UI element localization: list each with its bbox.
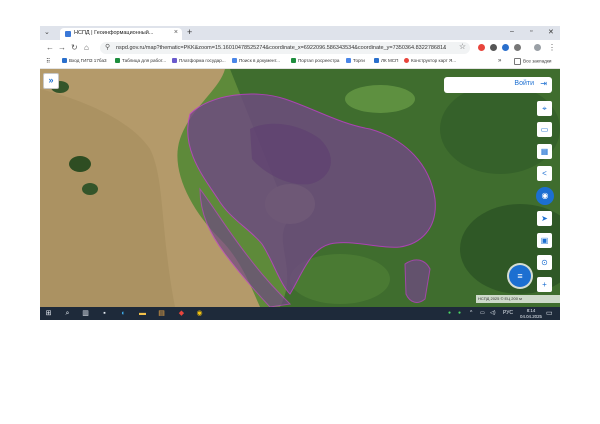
chrome-icon[interactable]: ◉: [195, 309, 204, 318]
sidebar-toggle-button[interactable]: »: [43, 73, 59, 89]
bookmark-label: Поиск в документ...: [239, 58, 280, 63]
tab-close-icon[interactable]: ×: [174, 29, 178, 36]
bookmark-label: Конструктор карт Я...: [411, 58, 457, 63]
bookmark-favicon-icon: [346, 58, 351, 64]
site-info-icon[interactable]: ⚲: [105, 43, 110, 51]
bookmark-favicon-icon: [232, 58, 237, 64]
bookmark-star-icon[interactable]: ☆: [459, 42, 466, 51]
extension-icon[interactable]: [490, 44, 497, 51]
apps-grid-icon[interactable]: ⠿: [46, 58, 50, 66]
bookmark-item[interactable]: Конструктор карт Я...: [404, 58, 456, 66]
bookmark-favicon-icon: [374, 58, 379, 64]
plus-icon[interactable]: +: [537, 277, 552, 292]
bookmark-favicon-icon: [115, 58, 120, 64]
bookmark-favicon-icon: [291, 58, 296, 64]
bookmark-item[interactable]: Таблица для работ...: [115, 58, 166, 66]
browser-tab[interactable]: НСПД | Геоинформационный... ×: [60, 28, 182, 40]
all-bookmarks-button[interactable]: Все закладки: [514, 58, 551, 66]
mail-icon[interactable]: ▤: [157, 309, 166, 318]
measure-icon[interactable]: ▦: [537, 144, 552, 159]
notifications-icon[interactable]: ▭: [546, 309, 553, 317]
bookmark-item[interactable]: Платформа государ...: [172, 58, 226, 66]
bookmark-item[interactable]: Торги: [346, 58, 365, 66]
bookmark-favicon-icon: [172, 58, 177, 64]
app-icon[interactable]: ◆: [177, 309, 186, 318]
login-label: Войти: [514, 80, 534, 87]
maximize-button[interactable]: ▫: [530, 28, 532, 35]
site-favicon-icon: [65, 31, 71, 37]
map-canvas[interactable]: » Войти ⇥ ⌖ ▭ ▦ < ◉ ➤ ▣ ⊙ + ≡ НСПД 2025 …: [40, 69, 560, 307]
bookmark-item[interactable]: Вход ГИПЗ 17ба3: [62, 58, 107, 66]
edge-browser-icon[interactable]: ◐: [119, 309, 128, 318]
bookmark-label: Портал росреестра: [298, 58, 340, 63]
windows-taskbar: ⊞ ⌕ ▥ ▪ ◐ ▬ ▤ ◆ ◉ ● ● ^ ▭ ◁) РУС 8:14 04…: [40, 307, 560, 320]
new-tab-button[interactable]: +: [187, 27, 192, 37]
url-text: nspd.gov.ru/map?thematic=PKK&zoom=15.160…: [116, 44, 446, 51]
volume-icon[interactable]: ◁): [490, 310, 496, 316]
image-icon[interactable]: ▣: [537, 233, 552, 248]
tab-menu-icon[interactable]: ⌄: [44, 28, 50, 36]
forward-icon[interactable]: →: [58, 43, 66, 52]
all-bookmarks-label: Все закладки: [523, 58, 552, 64]
map-scale: НСПД 2025 © ЕЦ 200 м: [476, 295, 560, 303]
file-explorer-icon[interactable]: ▬: [138, 309, 147, 318]
bookmarks-bar: ⠿ Вход ГИПЗ 17ба3 Таблица для работ... П…: [40, 56, 560, 69]
minimize-button[interactable]: –: [510, 28, 514, 35]
locate-icon[interactable]: ➤: [537, 211, 552, 226]
support-chat-button[interactable]: ≡: [509, 265, 531, 287]
tray-expand-icon[interactable]: ^: [470, 310, 472, 316]
tab-title: НСПД | Геоинформационный...: [74, 30, 154, 36]
home-icon[interactable]: ⌂: [84, 43, 89, 52]
tray-app-icon[interactable]: ●: [458, 310, 461, 316]
map-pin-icon[interactable]: ⌖: [537, 101, 552, 116]
browser-toolbar: ← → ↻ ⌂ ⚲ nspd.gov.ru/map?thematic=PKK&z…: [40, 40, 560, 56]
satellite-imagery: [40, 69, 560, 307]
browser-menu-icon[interactable]: ⋮: [548, 43, 556, 52]
profile-avatar-icon[interactable]: [534, 44, 541, 51]
extension-icon[interactable]: [478, 44, 485, 51]
clock[interactable]: 8:14 04.04.2025: [520, 308, 542, 319]
search-icon[interactable]: ⌕: [63, 309, 72, 318]
search-icon[interactable]: ⊙: [537, 255, 552, 270]
close-window-button[interactable]: ✕: [548, 28, 554, 36]
share-icon[interactable]: <: [537, 166, 552, 181]
bookmark-item[interactable]: Поиск в документ...: [232, 58, 280, 66]
bookmark-label: Платформа государ...: [179, 58, 226, 63]
task-view-icon[interactable]: ▥: [81, 309, 90, 318]
save-disk-icon[interactable]: ▪: [100, 309, 109, 318]
bookmark-favicon-icon: [62, 58, 67, 64]
reload-icon[interactable]: ↻: [71, 43, 78, 52]
bookmarks-overflow-button[interactable]: »: [498, 58, 501, 66]
language-indicator[interactable]: РУС: [503, 310, 513, 316]
bookmark-item[interactable]: ЛК МСП: [374, 58, 398, 66]
bookmark-favicon-icon: [404, 58, 409, 64]
login-icon: ⇥: [540, 79, 547, 88]
tab-strip: ⌄ НСПД | Геоинформационный... × + – ▫ ✕: [40, 26, 560, 40]
extension-icon[interactable]: [502, 44, 509, 51]
address-bar[interactable]: ⚲ nspd.gov.ru/map?thematic=PKK&zoom=15.1…: [100, 42, 470, 54]
bookmark-item[interactable]: Портал росреестра: [291, 58, 339, 66]
login-button[interactable]: Войти ⇥: [444, 77, 552, 93]
extensions-puzzle-icon[interactable]: [514, 44, 521, 51]
folder-icon: [514, 58, 521, 65]
back-icon[interactable]: ←: [46, 43, 54, 52]
layers-icon[interactable]: ▭: [537, 122, 552, 137]
start-windows-icon[interactable]: ⊞: [44, 309, 53, 318]
bookmark-label: Таблица для работ...: [122, 58, 167, 63]
chat-icon[interactable]: ◉: [536, 187, 554, 205]
clock-date: 04.04.2025: [520, 313, 542, 319]
bookmark-label: Торги: [353, 58, 365, 63]
desktop-screen: ⌄ НСПД | Геоинформационный... × + – ▫ ✕ …: [40, 26, 560, 320]
tray-green-icon[interactable]: ●: [448, 310, 451, 316]
network-icon[interactable]: ▭: [480, 310, 485, 316]
bookmark-label: ЛК МСП: [381, 58, 399, 63]
bookmark-label: Вход ГИПЗ 17ба3: [69, 58, 107, 63]
